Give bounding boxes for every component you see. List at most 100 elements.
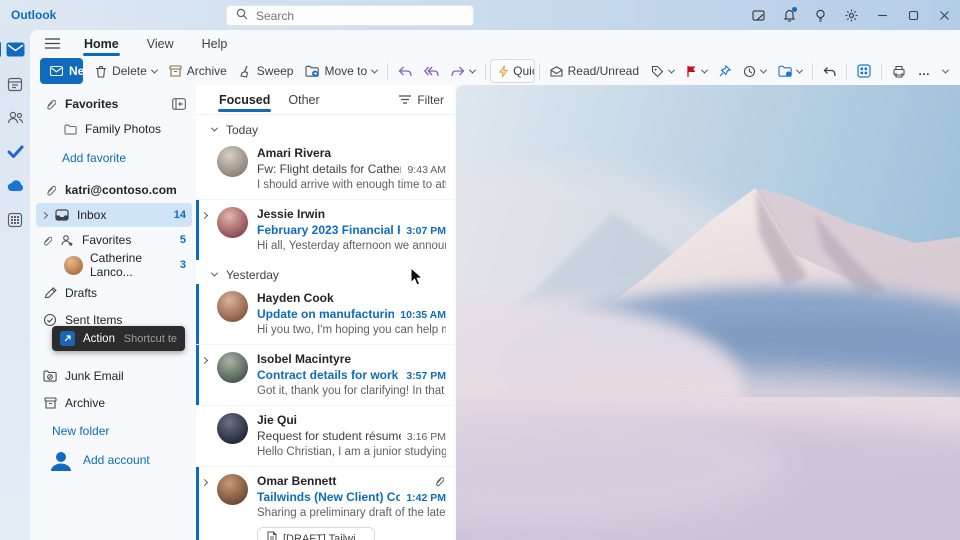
tab-other[interactable]: Other <box>279 85 328 114</box>
tab-help[interactable]: Help <box>188 30 242 57</box>
print-button[interactable] <box>886 59 912 83</box>
tab-view[interactable]: View <box>133 30 188 57</box>
close-button[interactable] <box>929 0 960 30</box>
rules-folder-button[interactable] <box>772 59 808 83</box>
ribbon: New Mail Delete Archive Sweep Move to Qu… <box>30 57 960 85</box>
sweep-button[interactable]: Sweep <box>233 59 300 83</box>
title-bar: Outlook <box>0 0 960 30</box>
message-row[interactable]: Omar Bennett Tailwinds (New Client) Cont… <box>196 466 454 540</box>
filter-icon <box>399 93 411 107</box>
expand-conversation-icon[interactable] <box>201 479 208 486</box>
message-list: Focused Other Filter Today Amari Rivera … <box>196 85 454 540</box>
search-input[interactable] <box>256 9 446 23</box>
notifications-bell-icon[interactable] <box>774 0 805 30</box>
apps-grid-button[interactable] <box>851 59 877 83</box>
archive-button[interactable]: Archive <box>163 59 233 83</box>
search-box[interactable] <box>226 5 474 26</box>
trash-icon <box>95 65 107 78</box>
expand-chevron-icon[interactable] <box>41 211 48 218</box>
archive-icon <box>169 65 182 77</box>
ribbon-collapse-chevron[interactable] <box>937 59 954 83</box>
avatar <box>217 352 248 383</box>
read-unread-icon <box>550 66 563 77</box>
reply-icon[interactable] <box>392 59 418 83</box>
folder-family-photos[interactable]: Family Photos <box>36 117 192 141</box>
folder-junk-email[interactable]: Junk Email <box>36 364 192 388</box>
mail-icon <box>50 66 63 76</box>
chevron-down-icon <box>211 125 218 132</box>
mountain-photo <box>456 85 960 540</box>
minimize-button[interactable] <box>867 0 898 30</box>
paperclip-icon <box>42 98 58 110</box>
forward-icon[interactable] <box>445 59 481 83</box>
read-unread-button[interactable]: Read/Unread <box>544 59 645 83</box>
list-header: Focused Other Filter <box>196 85 454 115</box>
delete-button[interactable]: Delete <box>89 59 163 83</box>
action-icon <box>60 331 75 346</box>
contact-avatar <box>64 256 83 275</box>
undo-button[interactable] <box>817 59 842 83</box>
app-rail <box>0 30 30 540</box>
rail-calendar-icon[interactable] <box>4 73 26 94</box>
message-row[interactable]: Isobel Macintyre Contract details for wo… <box>196 344 454 405</box>
move-to-button[interactable]: Move to <box>299 59 383 83</box>
filter-button[interactable]: Filter <box>399 93 444 107</box>
unread-count-badge: 3 <box>180 259 186 271</box>
folder-archive[interactable]: Archive <box>36 391 192 415</box>
hamburger-menu-icon[interactable] <box>38 33 66 55</box>
action-tooltip: Action Shortcut te <box>52 326 185 351</box>
folder-catherine[interactable]: Catherine Lanco... 3 <box>36 253 192 277</box>
message-row[interactable]: Jessie Irwin February 2023 Financial Res… <box>196 199 454 260</box>
rail-mail-icon[interactable] <box>4 39 26 60</box>
expand-conversation-icon[interactable] <box>201 357 208 364</box>
settings-gear-icon[interactable] <box>836 0 867 30</box>
collapse-pane-icon[interactable] <box>172 98 186 110</box>
tips-lightbulb-icon[interactable] <box>805 0 836 30</box>
rail-onedrive-icon[interactable] <box>4 175 26 196</box>
archive-box-icon <box>42 397 58 409</box>
more-options-button[interactable]: … <box>912 59 937 83</box>
new-mail-button[interactable]: New Mail <box>40 58 83 84</box>
avatar <box>217 474 248 505</box>
favorites-header[interactable]: Favorites <box>36 92 192 116</box>
search-icon <box>236 8 248 23</box>
sweep-broom-icon <box>239 65 252 78</box>
message-row[interactable]: Hayden Cook Update on manufacturing plan… <box>196 284 454 344</box>
folder-drafts[interactable]: Drafts <box>36 281 192 305</box>
app-title: Outlook <box>11 8 56 22</box>
attachment-paperclip-icon <box>434 475 444 490</box>
rail-todo-icon[interactable] <box>4 141 26 162</box>
account-header[interactable]: katri@contoso.com <box>36 178 192 202</box>
add-account-avatar-icon <box>48 448 73 473</box>
rail-people-icon[interactable] <box>4 107 26 128</box>
pin-button[interactable] <box>713 59 737 83</box>
lightning-icon <box>499 65 508 78</box>
tab-focused[interactable]: Focused <box>210 85 279 114</box>
folder-pane: Favorites Family Photos Add favorite kat… <box>30 85 196 540</box>
document-icon <box>267 531 277 540</box>
reply-all-icon[interactable] <box>418 59 445 83</box>
quick-steps-button[interactable]: Quick steps <box>490 59 534 83</box>
snooze-clock-button[interactable] <box>737 59 772 83</box>
new-folder-link[interactable]: New folder <box>36 419 192 443</box>
paperclip-icon <box>42 235 52 246</box>
unread-indicator <box>196 467 199 540</box>
unread-indicator <box>196 284 199 344</box>
expand-conversation-icon[interactable] <box>201 212 208 219</box>
folder-favorites-people[interactable]: Favorites 5 <box>36 228 192 252</box>
attachment-chip[interactable]: [DRAFT] Tailwi... <box>257 527 375 540</box>
notes-icon[interactable] <box>743 0 774 30</box>
avatar <box>217 413 248 444</box>
tab-home[interactable]: Home <box>70 30 133 57</box>
folder-inbox[interactable]: Inbox 14 <box>36 203 192 227</box>
message-row[interactable]: Jie Qui Request for student résumé revie… <box>196 405 454 466</box>
message-row[interactable]: Amari Rivera Fw: Flight details for Cath… <box>196 139 454 199</box>
maximize-button[interactable] <box>898 0 929 30</box>
rail-apps-icon[interactable] <box>4 209 26 230</box>
add-favorite-link[interactable]: Add favorite <box>36 146 192 170</box>
add-account-button[interactable]: Add account <box>36 445 192 475</box>
reading-pane-image <box>456 85 960 540</box>
flag-button[interactable] <box>680 59 713 83</box>
tag-button[interactable] <box>645 59 680 83</box>
group-header-today[interactable]: Today <box>196 120 454 139</box>
